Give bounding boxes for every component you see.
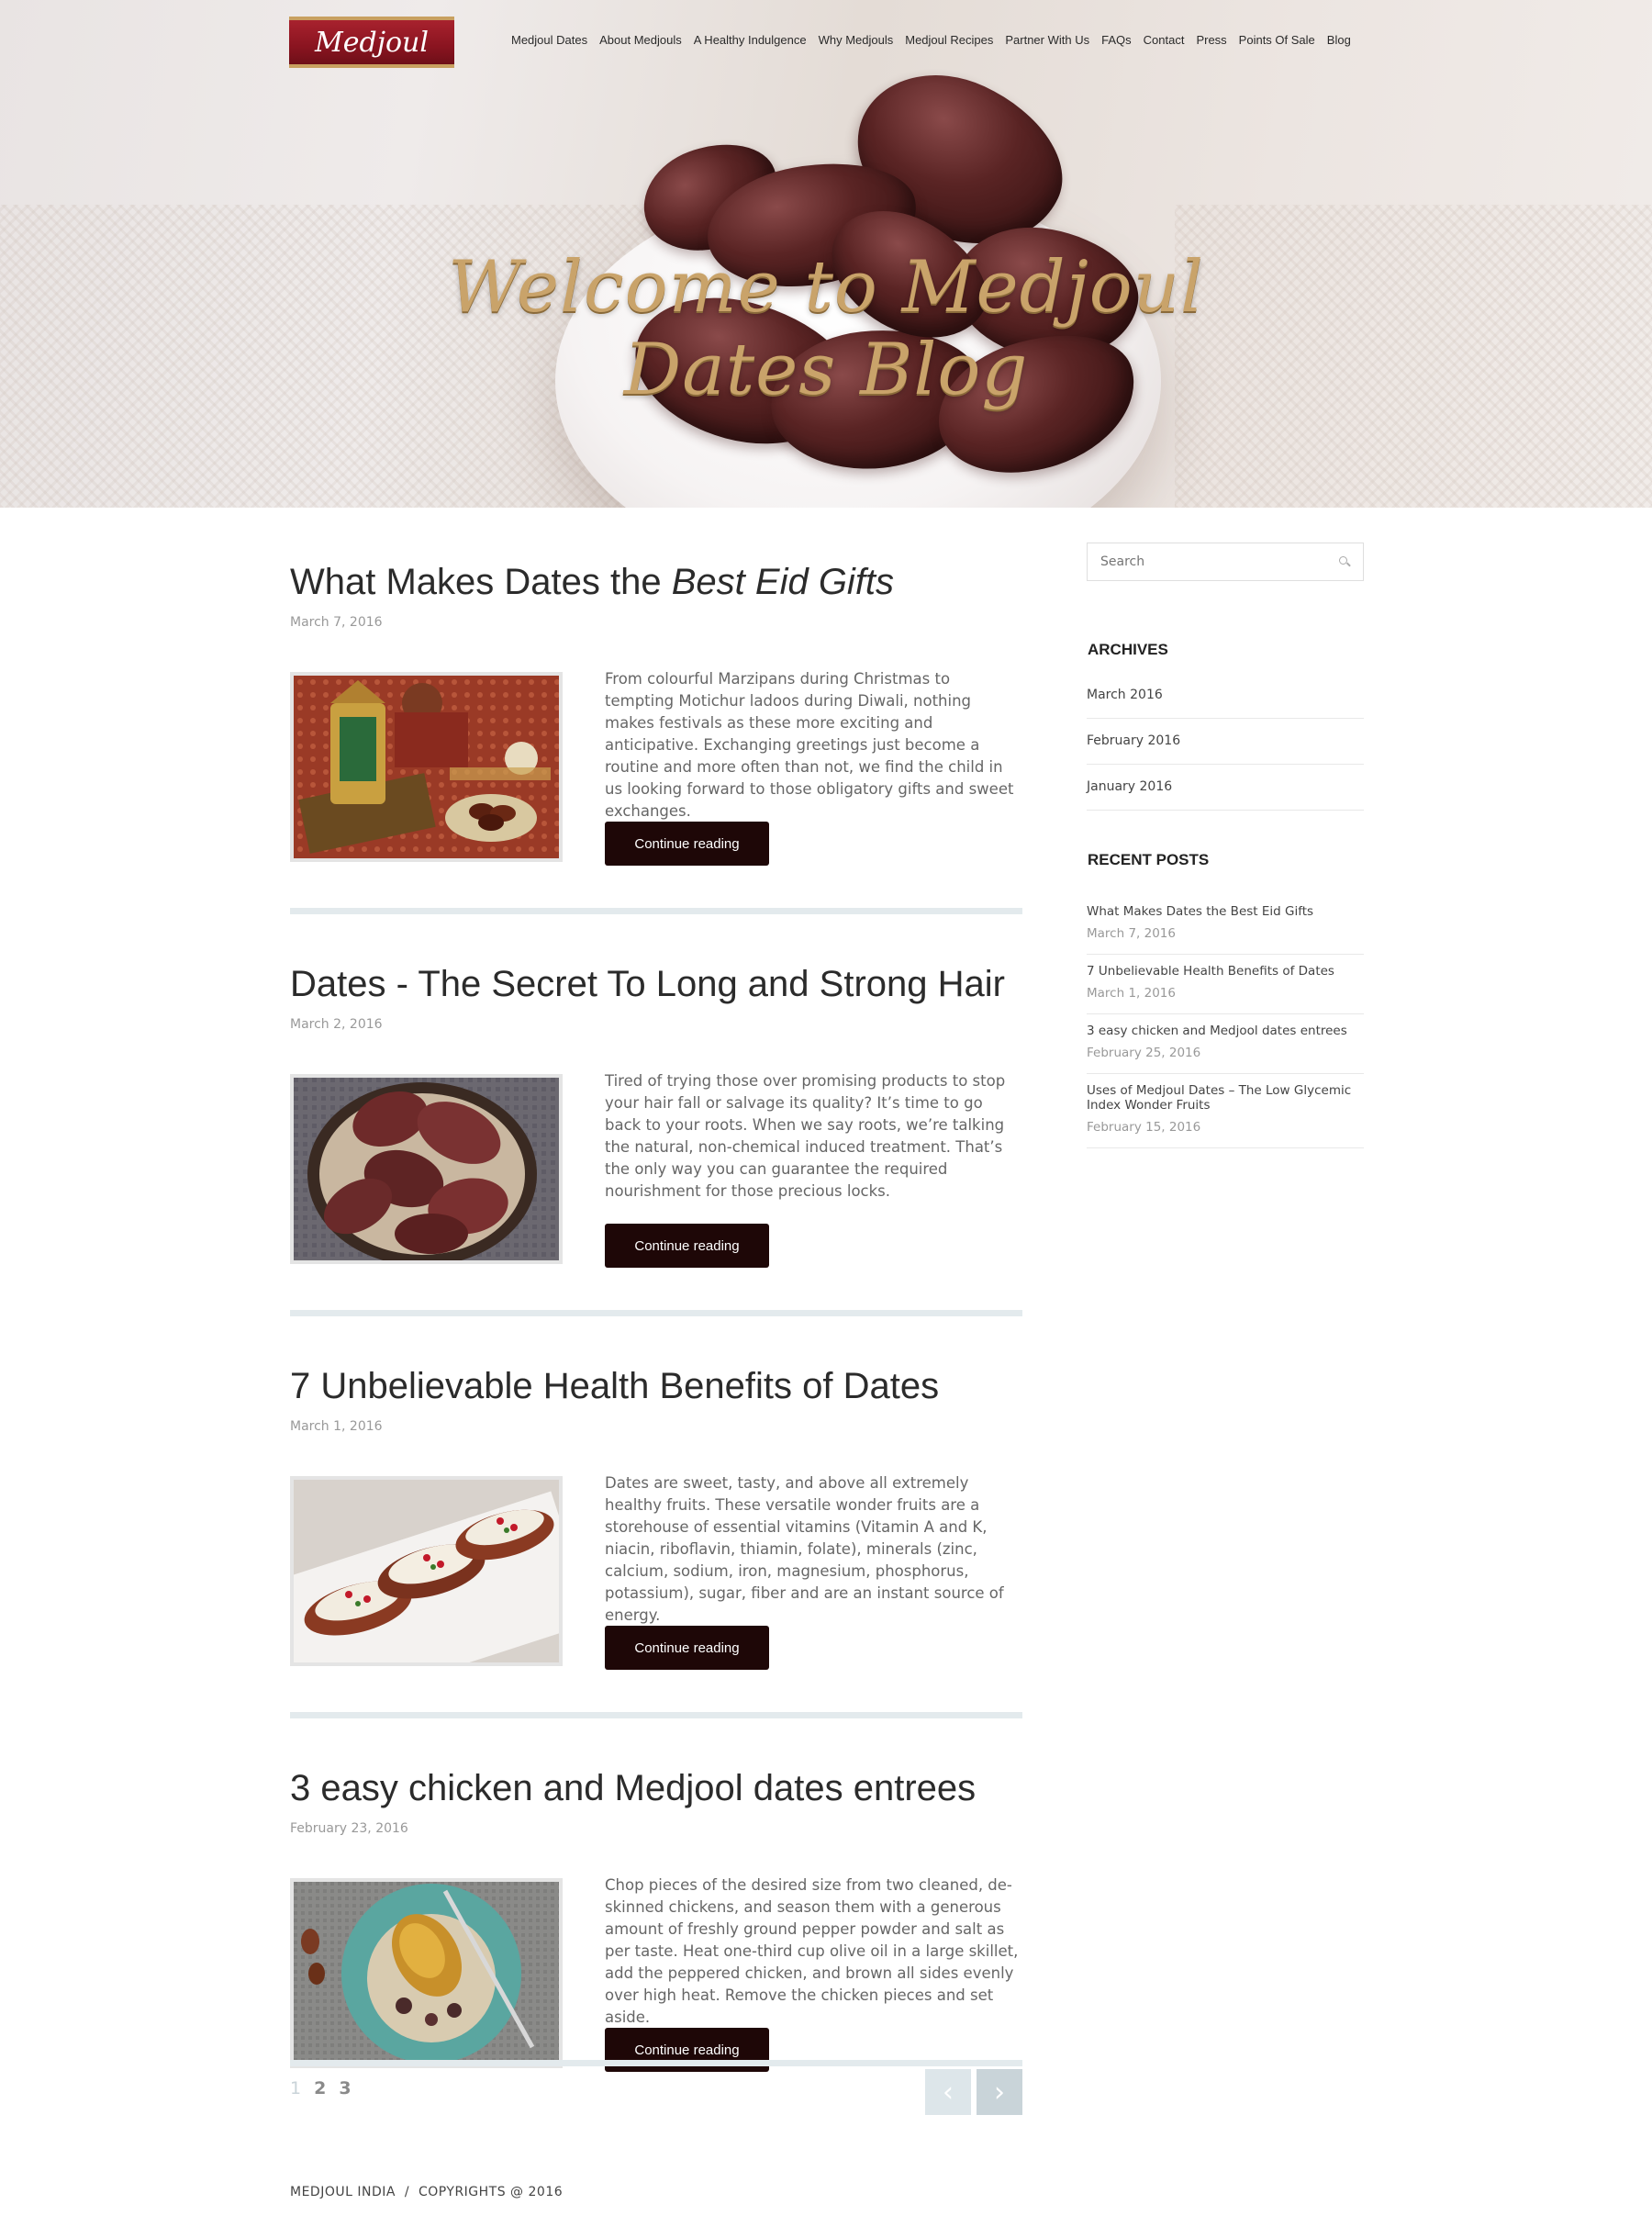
recent-post-date: March 1, 2016 [1087,986,1176,1001]
post-date: March 7, 2016 [290,615,383,630]
site-logo[interactable]: Medjoul [289,17,454,68]
post-title-text: What Makes Dates the [290,562,672,602]
nav-item-contact[interactable]: Contact [1144,33,1185,47]
nav-item-faqs[interactable]: FAQs [1101,33,1132,47]
post-thumbnail[interactable] [290,1878,563,2068]
page-link[interactable]: 3 [339,2078,351,2098]
chicken-dish-image [294,1882,559,2065]
archive-link[interactable]: January 2016 [1087,765,1364,811]
dates-bowl-image [294,1078,559,1260]
post-title-text: 7 Unbelievable Health Benefits of Dates [290,1366,940,1406]
page-link-current[interactable]: 1 [290,2078,301,2098]
archive-link[interactable]: February 2016 [1087,719,1364,765]
search-input[interactable] [1100,554,1338,569]
post-excerpt: From colourful Marzipans during Christma… [605,670,1014,820]
post-excerpt: Tired of trying those over promising pro… [605,1072,1006,1200]
nav-item-points-of-sale[interactable]: Points Of Sale [1239,33,1315,47]
recent-post-item[interactable]: Uses of Medjoul Dates – The Low Glycemic… [1087,1074,1364,1148]
blog-post: 7 Unbelievable Health Benefits of Dates … [290,1366,1022,1757]
continue-reading-button[interactable]: Continue reading [605,1224,769,1268]
recent-post-item[interactable]: What Makes Dates the Best Eid Gifts Marc… [1087,895,1364,955]
post-thumbnail[interactable] [290,672,563,862]
search-icon[interactable] [1338,555,1350,568]
post-title[interactable]: What Makes Dates the Best Eid Gifts [290,562,1022,602]
post-title[interactable]: 3 easy chicken and Medjool dates entrees [290,1768,1022,1808]
post-title[interactable]: 7 Unbelievable Health Benefits of Dates [290,1366,1022,1406]
nav-item-healthy-indulgence[interactable]: A Healthy Indulgence [694,33,807,47]
post-date: March 2, 2016 [290,1017,383,1032]
main-nav: Medjoul Dates About Medjouls A Healthy I… [511,33,1363,47]
post-title-text: Dates - The Secret To Long and Strong Ha… [290,964,1005,1004]
archives-list: March 2016 February 2016 January 2016 [1087,673,1364,811]
nav-item-press[interactable]: Press [1196,33,1226,47]
archive-link[interactable]: March 2016 [1087,673,1364,719]
post-title[interactable]: Dates - The Secret To Long and Strong Ha… [290,964,1022,1004]
recent-posts-title: RECENT POSTS [1088,851,1210,868]
page-link[interactable]: 2 [314,2078,326,2098]
recent-post-date: March 7, 2016 [1087,926,1176,941]
post-title-text: 3 easy chicken and Medjool dates entrees [290,1768,977,1808]
continue-reading-button[interactable]: Continue reading [605,1626,769,1670]
hero-title: Welcome to Medjoul Dates Blog [448,246,1204,411]
recent-post-item[interactable]: 7 Unbelievable Health Benefits of Dates … [1087,955,1364,1014]
blog-post: What Makes Dates the Best Eid Gifts Marc… [290,562,1022,953]
continue-reading-button[interactable]: Continue reading [605,822,769,866]
nav-item-about[interactable]: About Medjouls [599,33,682,47]
recent-post-title[interactable]: Uses of Medjoul Dates – The Low Glycemic… [1087,1083,1364,1113]
chevron-right-icon: › [994,2076,1005,2109]
prev-page-button[interactable]: ‹ [925,2069,971,2115]
nav-item-recipes[interactable]: Medjoul Recipes [905,33,993,47]
blog-post: Dates - The Secret To Long and Strong Ha… [290,964,1022,1355]
pagination: 1 2 3 ‹ › [290,2060,1022,2115]
post-title-emphasis: Best Eid Gifts [671,562,895,602]
post-thumbnail[interactable] [290,1074,563,1264]
nav-item-partner[interactable]: Partner With Us [1005,33,1089,47]
post-date: March 1, 2016 [290,1419,383,1434]
stuffed-dates-image [294,1480,559,1662]
pagination-divider [290,2060,1022,2066]
recent-post-date: February 25, 2016 [1087,1046,1201,1060]
chevron-left-icon: ‹ [943,2076,954,2109]
post-divider [290,1310,1022,1316]
nav-item-medjoul-dates[interactable]: Medjoul Dates [511,33,587,47]
recent-post-date: February 15, 2016 [1087,1120,1201,1135]
post-list: What Makes Dates the Best Eid Gifts Marc… [290,551,1022,2159]
recent-post-title[interactable]: 7 Unbelievable Health Benefits of Dates [1087,964,1364,979]
recent-post-title[interactable]: 3 easy chicken and Medjool dates entrees [1087,1024,1364,1038]
hero-banner: Welcome to Medjoul Dates Blog [0,0,1652,508]
archives-title: ARCHIVES [1088,641,1168,658]
post-divider [290,1712,1022,1718]
page-numbers: 1 2 3 [290,2078,352,2098]
post-divider [290,908,1022,914]
post-excerpt: Chop pieces of the desired size from two… [605,1876,1019,2026]
recent-posts-list: What Makes Dates the Best Eid Gifts Marc… [1087,895,1364,1148]
eid-gifts-image [294,676,559,858]
post-thumbnail[interactable] [290,1476,563,1666]
blog-post: 3 easy chicken and Medjool dates entrees… [290,1768,1022,2159]
recent-post-item[interactable]: 3 easy chicken and Medjool dates entrees… [1087,1014,1364,1074]
nav-item-blog[interactable]: Blog [1327,33,1351,47]
post-date: February 23, 2016 [290,1821,408,1836]
post-excerpt: Dates are sweet, tasty, and above all ex… [605,1474,1004,1624]
nav-item-why-medjouls[interactable]: Why Medjouls [819,33,894,47]
next-page-button[interactable]: › [977,2069,1022,2115]
footer-copyright: MEDJOUL INDIA / COPYRIGHTS @ 2016 [290,2185,564,2199]
recent-post-title[interactable]: What Makes Dates the Best Eid Gifts [1087,904,1364,919]
search-box[interactable] [1087,543,1364,581]
